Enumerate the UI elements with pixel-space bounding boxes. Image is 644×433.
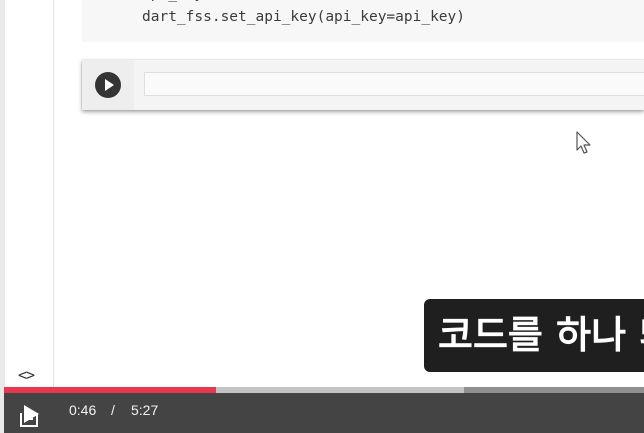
mouse-cursor-icon — [576, 131, 591, 154]
video-subtitle-text: 코드를 하나 띄 — [438, 313, 644, 357]
video-control-bar: 0:46 / 5:27 — [4, 393, 644, 433]
active-empty-code-cell[interactable] — [82, 60, 644, 110]
left-edge-strip — [0, 0, 5, 433]
current-time: 0:46 — [69, 402, 97, 418]
notebook-gutter-line — [53, 0, 54, 390]
cell-editor-input[interactable] — [144, 72, 644, 96]
video-subtitle-box: 코드를 하나 띄 — [424, 299, 644, 372]
transcript-icon[interactable] — [20, 413, 38, 427]
code-toggle-icon[interactable]: <> — [18, 366, 35, 384]
code-line-cut-off: api_key — [142, 0, 262, 2]
cell-run-gutter — [82, 60, 134, 110]
run-cell-button[interactable] — [95, 72, 121, 98]
code-cell[interactable]: api_key dart_fss.set_api_key(api_key=api… — [82, 0, 644, 42]
code-line: dart_fss.set_api_key(api_key=api_key) — [142, 9, 466, 25]
time-separator: / — [111, 402, 115, 418]
total-time: 5:27 — [131, 402, 159, 418]
